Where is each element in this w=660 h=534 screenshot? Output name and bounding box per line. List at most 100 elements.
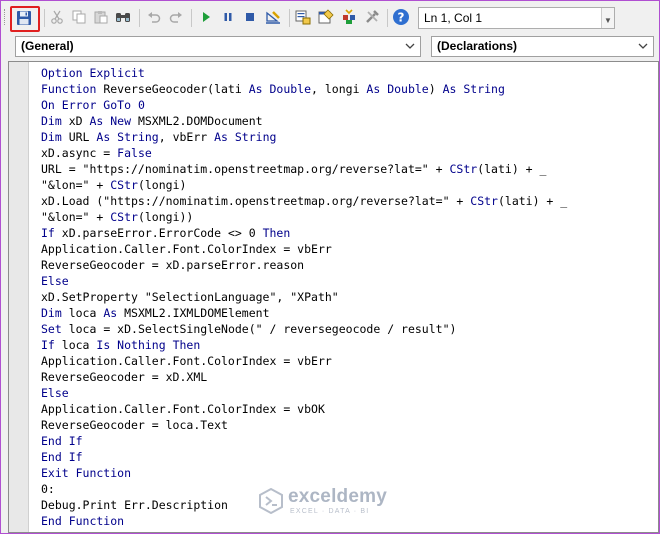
code-line[interactable]: On Error GoTo 0	[41, 97, 567, 113]
module-combo-row: (General) (Declarations)	[1, 35, 659, 59]
toolbar-separator	[139, 9, 140, 27]
code-keyword: Set	[41, 322, 69, 336]
code-text: xD.Load ("https://nominatim.openstreetma…	[41, 194, 471, 208]
code-text: URL = "https://nominatim.openstreetmap.o…	[41, 162, 450, 176]
object-combo-value: (General)	[21, 39, 74, 53]
code-line[interactable]: If loca Is Nothing Then	[41, 337, 567, 353]
code-line[interactable]: URL = "https://nominatim.openstreetmap.o…	[41, 161, 567, 177]
code-keyword: Else	[41, 386, 69, 400]
code-text: URL	[68, 130, 97, 144]
code-keyword: Function	[41, 82, 104, 96]
code-line[interactable]: Exit Function	[41, 465, 567, 481]
code-line[interactable]: xD.async = False	[41, 145, 567, 161]
code-line[interactable]: End If	[41, 449, 567, 465]
code-text: (longi))	[137, 210, 194, 224]
code-keyword: Option Explicit	[41, 66, 145, 80]
code-keyword: As	[103, 306, 125, 320]
code-keyword: If	[41, 338, 62, 352]
code-window[interactable]: Option Explicit Function ReverseGeocoder(…	[8, 61, 659, 533]
code-line[interactable]: If xD.parseError.ErrorCode <> 0 Then	[41, 225, 567, 241]
code-line[interactable]: Dim loca As MSXML2.IXMLDOMElement	[41, 305, 567, 321]
toolbar-separator	[289, 9, 290, 27]
code-line[interactable]: "&lon=" + CStr(longi))	[41, 209, 567, 225]
code-keyword: As New	[89, 114, 138, 128]
exceldemy-watermark: exceldemy EXCEL · DATA · BI	[256, 486, 406, 520]
code-line[interactable]: Option Explicit	[41, 65, 567, 81]
toolbar-separator	[387, 9, 388, 27]
code-line[interactable]: End If	[41, 433, 567, 449]
toolbar-grip[interactable]	[4, 9, 8, 25]
code-text: xD	[68, 114, 90, 128]
code-line[interactable]: Dim URL As String, vbErr As String	[41, 129, 567, 145]
code-text: (longi)	[137, 178, 187, 192]
break-icon[interactable]	[219, 8, 237, 26]
code-line[interactable]: Application.Caller.Font.ColorIndex = vbE…	[41, 353, 567, 369]
code-text: loca = xD.SelectSingleNode(" / reversege…	[68, 322, 457, 336]
procedure-combo[interactable]: (Declarations)	[431, 36, 654, 57]
code-keyword: End If	[41, 434, 83, 448]
project-explorer-icon[interactable]	[294, 8, 312, 26]
undo-icon[interactable]	[145, 8, 163, 26]
watermark-title: exceldemy	[288, 486, 387, 507]
code-line[interactable]: Else	[41, 385, 567, 401]
paste-icon[interactable]	[92, 8, 110, 26]
code-line[interactable]: Else	[41, 273, 567, 289]
code-keyword: Dim	[41, 114, 69, 128]
code-line[interactable]: Application.Caller.Font.ColorIndex = vbO…	[41, 401, 567, 417]
procedure-combo-value: (Declarations)	[437, 39, 518, 53]
svg-text:?: ?	[398, 11, 405, 25]
position-dropdown-icon[interactable]: ▼	[601, 8, 614, 28]
watermark-subtitle: EXCEL · DATA · BI	[290, 508, 370, 515]
code-keyword: As Double	[366, 82, 429, 96]
properties-icon[interactable]	[317, 8, 335, 26]
toolbox-icon[interactable]	[363, 8, 381, 26]
cut-icon[interactable]	[48, 8, 66, 26]
code-text: ReverseGeocoder = loca.Text	[41, 418, 228, 432]
reset-icon[interactable]	[241, 8, 259, 26]
code-line[interactable]: Dim xD As New MSXML2.DOMDocument	[41, 113, 567, 129]
code-text: loca	[61, 338, 97, 352]
code-keyword: CStr	[449, 162, 478, 176]
code-line[interactable]: Set loca = xD.SelectSingleNode(" / rever…	[41, 321, 567, 337]
code-line[interactable]: Application.Caller.Font.ColorIndex = vbE…	[41, 241, 567, 257]
code-text: loca	[68, 306, 104, 320]
code-line[interactable]: ReverseGeocoder = xD.XML	[41, 369, 567, 385]
code-text: Application.Caller.Font.ColorIndex = vbE…	[41, 354, 332, 368]
code-keyword: As String	[442, 82, 505, 96]
copy-icon[interactable]	[70, 8, 88, 26]
chevron-down-icon[interactable]	[637, 37, 649, 56]
code-line[interactable]: Function ReverseGeocoder(lati As Double,…	[41, 81, 567, 97]
code-text: (lati) + _	[497, 194, 568, 208]
run-icon[interactable]	[197, 8, 215, 26]
code-keyword: Then	[262, 226, 291, 240]
margin-indicator-bar[interactable]	[9, 62, 29, 532]
code-editor[interactable]: Option Explicit Function ReverseGeocoder(…	[41, 65, 567, 529]
redo-icon[interactable]	[167, 8, 185, 26]
code-line[interactable]: xD.Load ("https://nominatim.openstreetma…	[41, 193, 567, 209]
code-text: MSXML2.IXMLDOMElement	[124, 306, 270, 320]
toolbar-separator	[191, 9, 192, 27]
code-text: Debug.Print Err.Description	[41, 498, 228, 512]
code-text: , vbErr	[158, 130, 215, 144]
help-icon[interactable]: ?	[392, 8, 410, 26]
save-button-highlight	[10, 6, 40, 32]
code-text: Application.Caller.Font.ColorIndex = vbO…	[41, 402, 325, 416]
code-text: ReverseGeocoder(lati	[103, 82, 249, 96]
cursor-position-text: Ln 1, Col 1	[424, 11, 483, 25]
find-icon[interactable]	[114, 8, 132, 26]
code-text: 0:	[41, 482, 55, 496]
chevron-down-icon[interactable]	[404, 37, 416, 56]
code-line[interactable]: ReverseGeocoder = loca.Text	[41, 417, 567, 433]
code-keyword: Dim	[41, 130, 69, 144]
code-line[interactable]: xD.SetProperty "SelectionLanguage", "XPa…	[41, 289, 567, 305]
code-keyword: Dim	[41, 306, 69, 320]
code-text: ReverseGeocoder = xD.parseError.reason	[41, 258, 305, 272]
code-text: )	[428, 82, 443, 96]
design-mode-icon[interactable]	[264, 8, 282, 26]
code-keyword: Else	[41, 274, 69, 288]
object-combo[interactable]: (General)	[15, 36, 421, 57]
code-line[interactable]: "&lon=" + CStr(longi)	[41, 177, 567, 193]
code-keyword: CStr	[110, 178, 138, 192]
object-browser-icon[interactable]	[340, 8, 358, 26]
code-line[interactable]: ReverseGeocoder = xD.parseError.reason	[41, 257, 567, 273]
